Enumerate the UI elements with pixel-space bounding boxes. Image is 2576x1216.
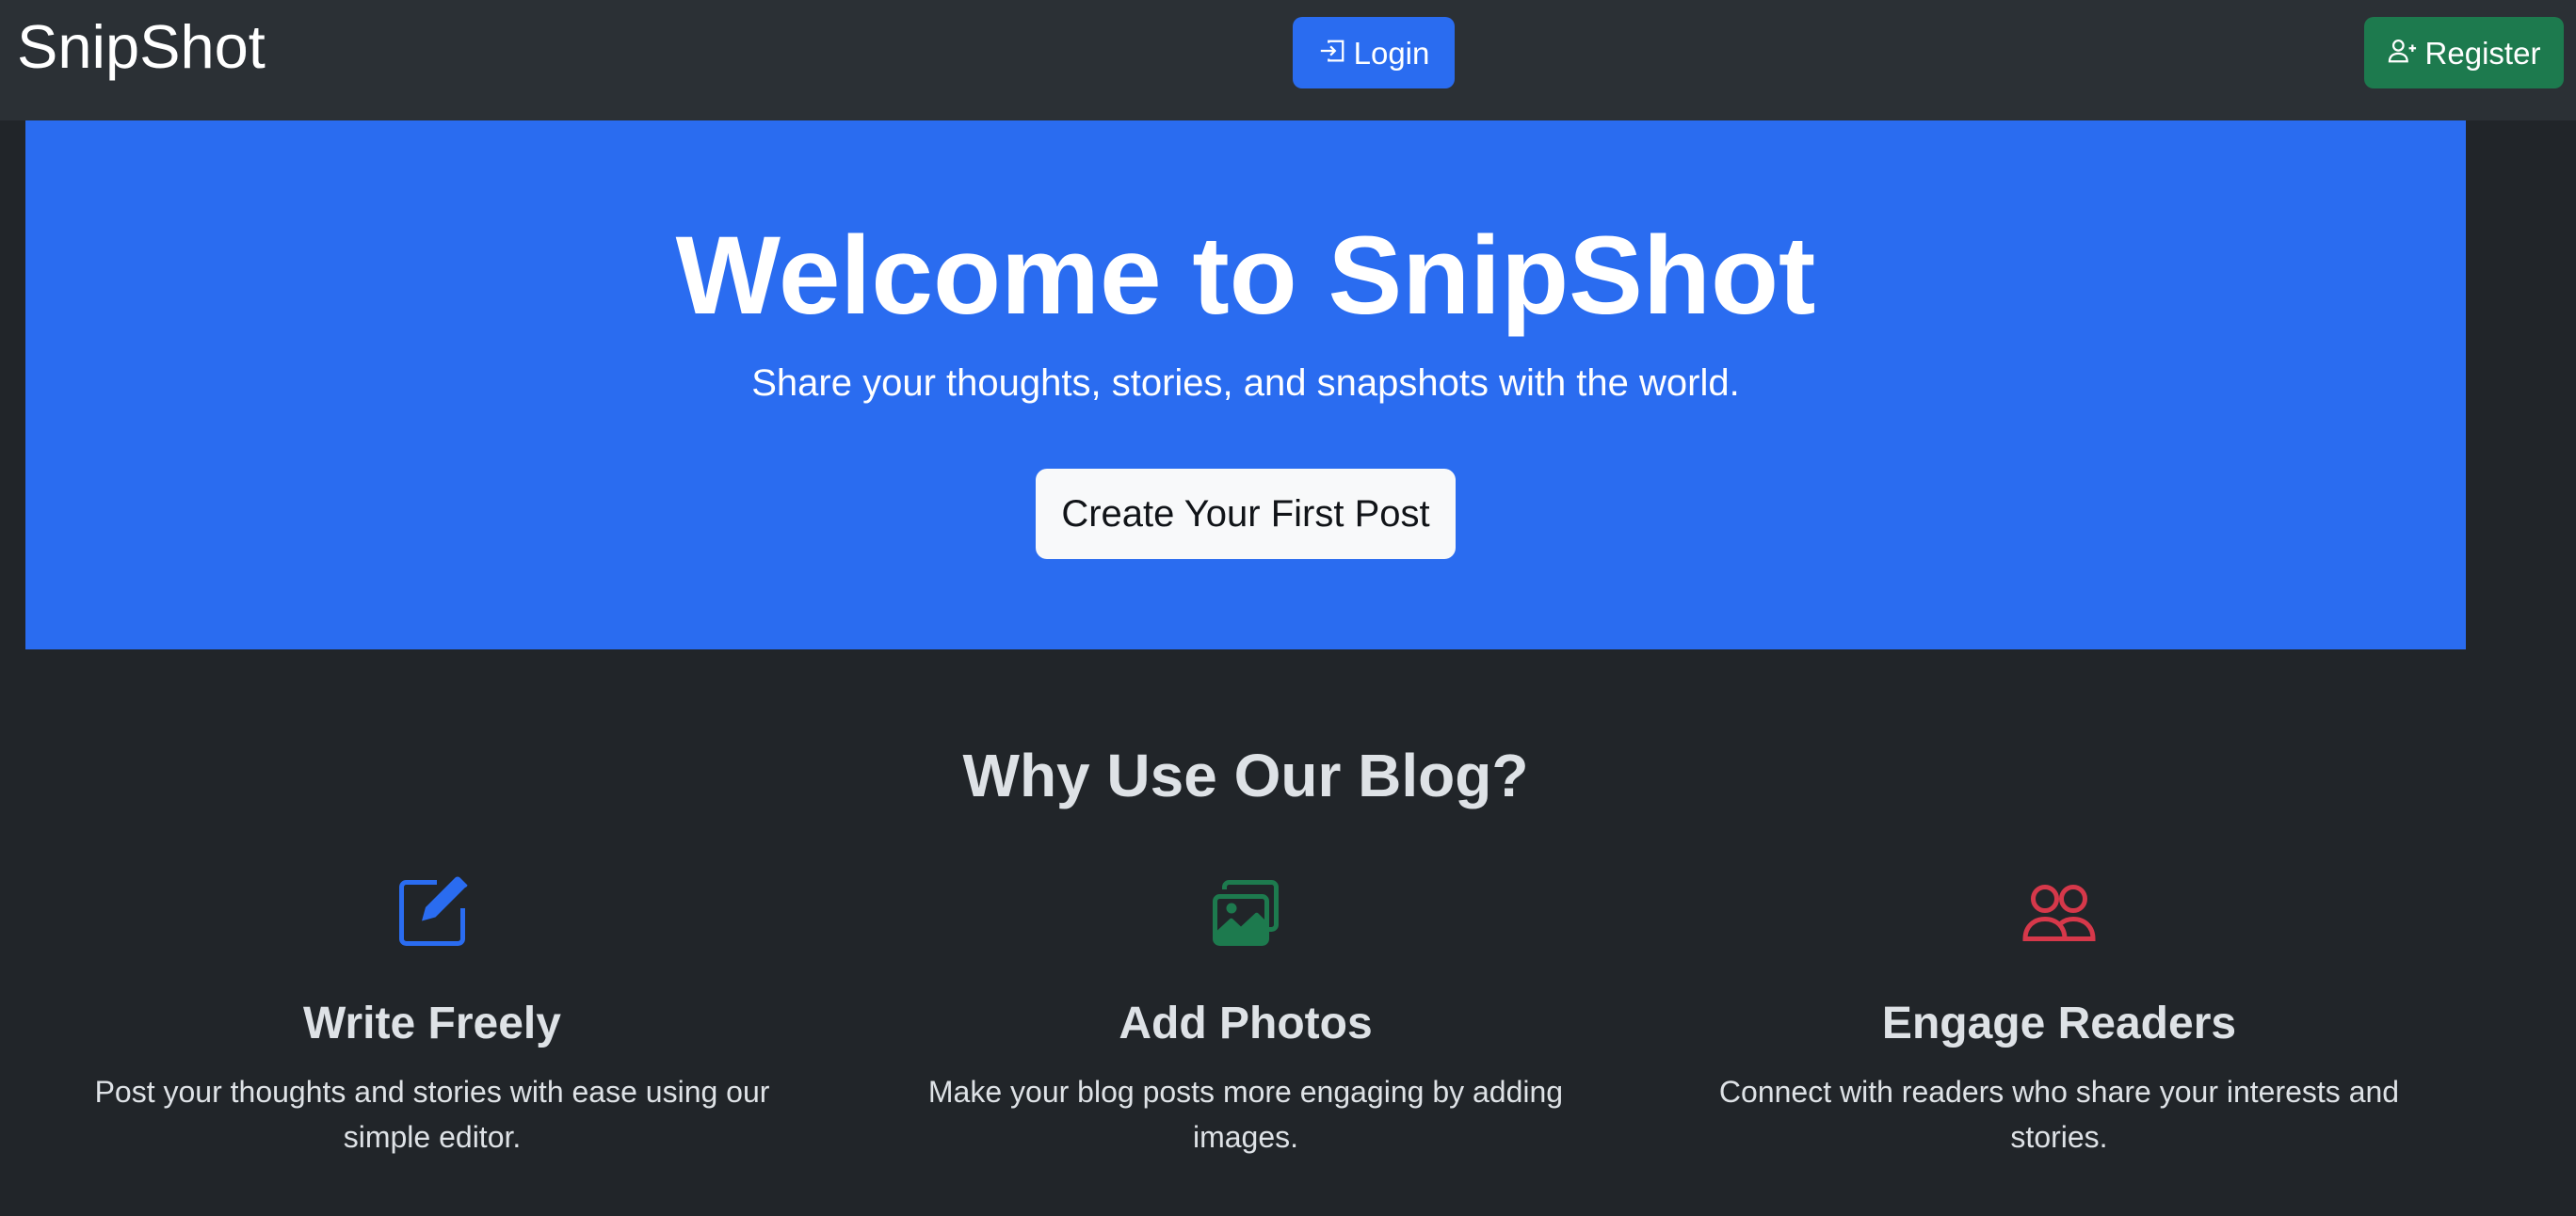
people-icon [2021, 875, 2097, 951]
feature-description: Make your blog posts more engaging by ad… [927, 1075, 1564, 1154]
brand-logo-link[interactable]: SnipShot [17, 13, 266, 81]
login-icon [1318, 37, 1346, 70]
features-heading: Why Use Our Blog? [962, 742, 1529, 809]
feature-add-photos: Add Photos Make your blog posts more eng… [860, 875, 1632, 1154]
register-label: Register [2424, 35, 2541, 71]
images-icon [1208, 875, 1283, 951]
feature-write-freely: Write Freely Post your thoughts and stor… [46, 875, 818, 1154]
hero-title: Welcome to SnipShot [675, 214, 1816, 338]
feature-title: Add Photos [1119, 999, 1373, 1048]
create-first-post-button[interactable]: Create Your First Post [1036, 469, 1456, 559]
feature-engage-readers: Engage Readers Connect with readers who … [1673, 875, 2445, 1154]
navbar: SnipShot Login Register [0, 0, 2576, 120]
feature-description: Connect with readers who share your inte… [1718, 1075, 2400, 1154]
pencil-square-icon [394, 875, 470, 951]
hero-subtitle: Share your thoughts, stories, and snapsh… [751, 362, 1740, 404]
feature-title: Engage Readers [1881, 999, 2237, 1048]
person-plus-icon [2388, 37, 2418, 70]
hero-banner: Welcome to SnipShot Share your thoughts,… [25, 120, 2466, 649]
login-label: Login [1353, 35, 1430, 71]
register-button[interactable]: Register [2364, 17, 2564, 88]
login-button[interactable]: Login [1293, 17, 1455, 88]
feature-description: Post your thoughts and stories with ease… [94, 1075, 770, 1154]
feature-title: Write Freely [303, 999, 561, 1048]
